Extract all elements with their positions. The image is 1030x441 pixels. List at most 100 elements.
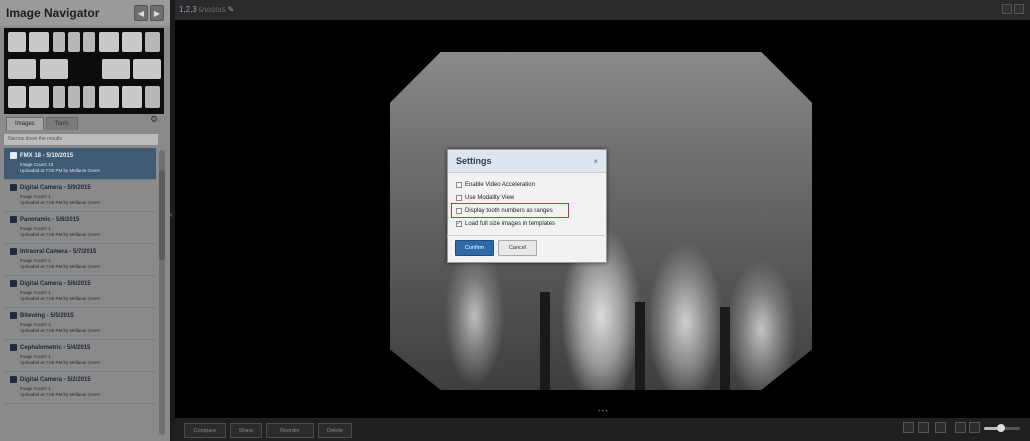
item-uploaded: Uploaded at 7:00 PM by Mellanie Green xyxy=(20,168,101,173)
cancel-button[interactable]: Cancel xyxy=(498,240,537,256)
dialog-header: Settings × xyxy=(448,150,606,173)
item-title: Intraoral Camera - 5/7/2015 xyxy=(20,248,97,255)
thumbnail[interactable] xyxy=(53,86,65,108)
sidebar-tabs: Images Tools xyxy=(6,114,78,130)
item-title: Digital Camera - 5/9/2015 xyxy=(20,184,91,191)
thumbnail[interactable] xyxy=(83,86,95,108)
contrast-icon[interactable] xyxy=(918,422,929,433)
item-uploaded: Uploaded at 7:00 PM by Mellanie Green xyxy=(20,360,101,365)
list-scrollbar[interactable] xyxy=(159,150,165,435)
intraoral-camera-icon xyxy=(10,248,17,255)
thumbnail[interactable] xyxy=(53,32,65,52)
item-uploaded: Uploaded at 7:00 PM by Mellanie Green xyxy=(20,392,101,397)
sidebar-title: Image Navigator xyxy=(6,6,100,20)
zoom-minus-icon[interactable] xyxy=(969,422,980,433)
list-item[interactable]: Digital Camera - 5/2/2015 Image Count: 1… xyxy=(4,372,156,404)
option-video-acceleration[interactable]: Enable Video Acceleration xyxy=(456,182,535,188)
thumbnail[interactable] xyxy=(40,59,68,79)
viewer-topbar: 1,2,3 5/10/2015 ✎ xyxy=(175,0,1030,20)
fmx-icon xyxy=(10,152,17,159)
copy-icon[interactable] xyxy=(935,422,946,433)
list-item[interactable]: Panoramic - 5/8/2015 Image Count: 1 Uploa… xyxy=(4,212,156,244)
thumbnail[interactable] xyxy=(83,32,95,52)
tooth-gap xyxy=(720,307,730,390)
gear-icon[interactable]: ⚙ xyxy=(150,114,160,124)
image-title: 1,2,3 xyxy=(179,5,197,14)
pager-dots: • • • xyxy=(598,409,608,415)
tooth-icon xyxy=(10,216,17,223)
option-full-size-images[interactable]: ✓ Load full size images in templates xyxy=(456,221,555,227)
thumbnail[interactable] xyxy=(99,32,119,52)
item-title: FMX 18 - 5/10/2015 xyxy=(20,152,74,159)
zoom-out-icon[interactable] xyxy=(955,422,966,433)
confirm-button[interactable]: Confirm xyxy=(455,240,494,256)
compare-button[interactable]: Compare xyxy=(184,423,226,438)
item-title: Digital Camera - 5/6/2015 xyxy=(20,280,91,287)
prev-arrow-icon[interactable]: ◀ xyxy=(134,5,148,21)
dialog-title: Settings xyxy=(456,156,492,166)
expand-icon[interactable] xyxy=(1014,4,1024,14)
thumbnail[interactable] xyxy=(145,32,160,52)
camera-icon xyxy=(10,184,17,191)
thumbnail[interactable] xyxy=(122,86,142,108)
checkbox[interactable] xyxy=(456,182,462,188)
zoom-slider-knob[interactable] xyxy=(997,424,1005,432)
thumbnail[interactable] xyxy=(102,59,130,79)
item-title: Bitewing - 5/5/2015 xyxy=(20,312,74,319)
item-uploaded: Uploaded at 7:00 PM by Mellanie Green xyxy=(20,328,101,333)
share-button[interactable]: Share xyxy=(230,423,262,438)
scrollbar-thumb[interactable] xyxy=(159,170,165,260)
item-uploaded: Uploaded at 7:00 PM by Mellanie Green xyxy=(20,264,101,269)
fmx-thumbnail-grid[interactable] xyxy=(4,28,164,114)
reorder-button[interactable]: Reorder xyxy=(266,423,314,438)
list-item[interactable]: Intraoral Camera - 5/7/2015 Image Count:… xyxy=(4,244,156,276)
item-uploaded: Uploaded at 7:00 PM by Mellanie Green xyxy=(20,200,101,205)
item-uploaded: Uploaded at 7:00 PM by Mellanie Green xyxy=(20,232,101,237)
checkbox[interactable] xyxy=(456,195,462,201)
image-set-list: FMX 18 - 5/10/2015 Image Count: 18 Upload… xyxy=(4,148,156,404)
camera-icon xyxy=(10,280,17,287)
pencil-icon[interactable]: ✎ xyxy=(228,5,235,14)
thumbnail[interactable] xyxy=(29,32,49,52)
thumbnail[interactable] xyxy=(68,32,80,52)
close-icon[interactable]: × xyxy=(593,157,598,166)
checkbox-checked[interactable]: ✓ xyxy=(456,221,462,227)
tab-images[interactable]: Images xyxy=(6,117,44,130)
filter-input[interactable]: Narrow down the results xyxy=(4,134,158,145)
tooth-icon xyxy=(10,344,17,351)
list-item[interactable]: FMX 18 - 5/10/2015 Image Count: 18 Upload… xyxy=(4,148,156,180)
tooth-gap xyxy=(635,302,645,390)
tooth-gap xyxy=(540,292,550,390)
layout-icon[interactable] xyxy=(1002,4,1012,14)
highlight-box xyxy=(451,203,569,218)
thumbnail[interactable] xyxy=(8,59,36,79)
list-item[interactable]: Digital Camera - 5/9/2015 Image Count: 1… xyxy=(4,180,156,212)
thumbnail[interactable] xyxy=(122,32,142,52)
sidebar-header: Image Navigator ◀ ▶ xyxy=(0,0,170,26)
list-item[interactable]: Cephalometric - 5/4/2015 Image Count: 1U… xyxy=(4,340,156,372)
thumbnail[interactable] xyxy=(29,86,49,108)
option-modality-view[interactable]: Use Modality View xyxy=(456,195,514,201)
thumbnail[interactable] xyxy=(99,86,119,108)
dialog-divider xyxy=(447,235,607,236)
item-uploaded: Uploaded at 7:00 PM by Mellanie Green xyxy=(20,296,101,301)
thumbnail[interactable] xyxy=(133,59,161,79)
viewer-bottombar: Compare Share Reorder Delete xyxy=(175,418,1030,441)
delete-button[interactable]: Delete xyxy=(318,423,352,438)
item-title: Cephalometric - 5/4/2015 xyxy=(20,344,91,351)
next-arrow-icon[interactable]: ▶ xyxy=(150,5,164,21)
tab-tools[interactable]: Tools xyxy=(45,117,78,130)
image-date: 5/10/2015 xyxy=(198,8,226,14)
thumbnail[interactable] xyxy=(8,86,26,108)
item-title: Digital Camera - 5/2/2015 xyxy=(20,376,91,383)
item-title: Panoramic - 5/8/2015 xyxy=(20,216,80,223)
thumbnail[interactable] xyxy=(68,86,80,108)
list-item[interactable]: Bitewing - 5/5/2015 Image Count: 4 Upload… xyxy=(4,308,156,340)
bitewing-icon xyxy=(10,312,17,319)
grid-icon[interactable] xyxy=(903,422,914,433)
list-item[interactable]: Digital Camera - 5/6/2015 Image Count: 1… xyxy=(4,276,156,308)
camera-icon xyxy=(10,376,17,383)
thumbnail[interactable] xyxy=(145,86,160,108)
image-navigator-sidebar: Image Navigator ◀ ▶ Images Tools ⚙ Narro… xyxy=(0,0,170,441)
thumbnail[interactable] xyxy=(8,32,26,52)
